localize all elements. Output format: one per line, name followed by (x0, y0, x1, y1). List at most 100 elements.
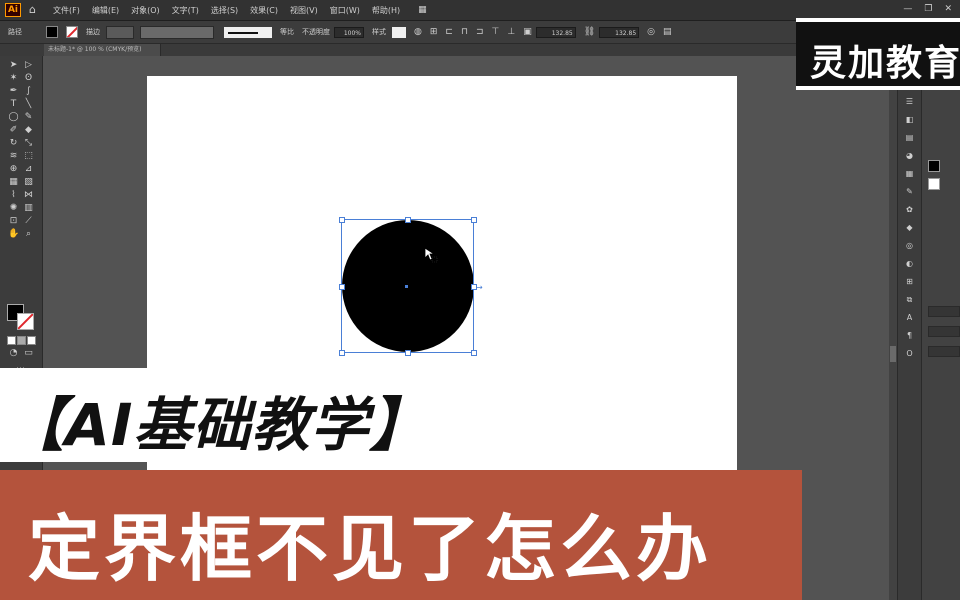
brush-definition-dropdown[interactable] (224, 26, 272, 38)
opentype-panel-icon[interactable]: O (904, 348, 915, 359)
black-circle[interactable] (342, 220, 474, 352)
hand-tool-icon[interactable]: ✋ (8, 229, 19, 240)
isolate-icon[interactable]: ▤ (663, 27, 672, 37)
character-panel-icon[interactable]: A (904, 312, 915, 323)
align-middle-icon[interactable]: ⊥ (507, 27, 515, 37)
menu-select[interactable]: 选择(S) (211, 5, 238, 16)
screen-mode-icon[interactable]: ▭ (23, 348, 34, 359)
menu-type[interactable]: 文字(T) (172, 5, 199, 16)
stroke-swatch[interactable] (66, 26, 78, 38)
slice-tool-icon[interactable]: ⟋ (23, 216, 34, 227)
artboard-tool-icon[interactable]: ⊡ (8, 216, 19, 227)
brushes-panel-icon[interactable]: ✎ (904, 186, 915, 197)
panel-fill-swatch[interactable] (928, 160, 940, 172)
align-icon[interactable]: ⊞ (430, 27, 438, 37)
symbol-sprayer-tool-icon[interactable]: ✺ (8, 203, 19, 214)
menu-object[interactable]: 对象(O) (131, 5, 160, 16)
menu-effect[interactable]: 效果(C) (250, 5, 278, 16)
menu-edit[interactable]: 编辑(E) (92, 5, 119, 16)
handle-bottom-left[interactable] (339, 350, 345, 356)
zoom-tool-icon[interactable]: ⌕ (23, 229, 34, 240)
graphic-style-swatch[interactable] (392, 26, 406, 38)
recolor-icon[interactable]: ◍ (414, 27, 422, 37)
mesh-tool-icon[interactable]: ▦ (8, 177, 19, 188)
width-field[interactable]: 132.85 (535, 26, 576, 38)
paragraph-panel-icon[interactable]: ¶ (904, 330, 915, 341)
handle-top-right[interactable] (471, 217, 477, 223)
paintbrush-tool-icon[interactable]: ✎ (23, 112, 34, 123)
scale-tool-icon[interactable]: ⤡ (23, 138, 34, 149)
perspective-grid-tool-icon[interactable]: ⊿ (23, 164, 34, 175)
layers-panel-icon[interactable]: ◧ (904, 114, 915, 125)
handle-bottom[interactable] (405, 350, 411, 356)
type-tool-icon[interactable]: T (8, 99, 19, 110)
ellipse-tool-icon[interactable]: ◯ (8, 112, 19, 123)
menu-help[interactable]: 帮助(H) (372, 5, 400, 16)
minimize-button[interactable]: — (903, 4, 912, 14)
handle-bottom-right[interactable] (471, 350, 477, 356)
libraries-panel-icon[interactable]: ▤ (904, 132, 915, 143)
selection-tool-icon[interactable]: ➤ (8, 60, 19, 71)
properties-panel-icon[interactable]: ☰ (904, 96, 915, 107)
width-tool-icon[interactable]: ≋ (8, 151, 19, 162)
live-shape-widget-icon[interactable]: → (476, 284, 486, 292)
shape-builder-tool-icon[interactable]: ⊕ (8, 164, 19, 175)
panel-field-3[interactable] (928, 346, 960, 357)
color-panel-icon[interactable]: ◕ (904, 150, 915, 161)
stroke-color-icon[interactable] (17, 313, 34, 330)
none-mode-icon[interactable] (27, 336, 36, 345)
magic-wand-tool-icon[interactable]: ✶ (8, 73, 19, 84)
color-mode-icon[interactable] (7, 336, 16, 345)
vertical-scrollbar[interactable] (889, 56, 897, 600)
direct-selection-tool-icon[interactable]: ▷ (23, 60, 34, 71)
blend-tool-icon[interactable]: ⋈ (23, 190, 34, 201)
scroll-thumb[interactable] (890, 346, 896, 362)
draw-mode-icon[interactable]: ◔ (8, 348, 19, 359)
shape-properties-icon[interactable]: ◎ (647, 27, 655, 37)
panel-field-2[interactable] (928, 326, 960, 337)
rotate-tool-icon[interactable]: ↻ (8, 138, 19, 149)
appearance-panel-icon[interactable]: ◎ (904, 240, 915, 251)
opacity-field[interactable]: 100% (334, 26, 364, 38)
maximize-button[interactable]: ❐ (924, 4, 932, 14)
align-center-icon[interactable]: ⊓ (461, 27, 468, 37)
graphic-styles-panel-icon[interactable]: ◆ (904, 222, 915, 233)
gradient-tool-icon[interactable]: ▧ (23, 177, 34, 188)
lasso-tool-icon[interactable]: ʘ (23, 73, 34, 84)
document-tab[interactable]: 未标题-1* @ 100 % (CMYK/预览) (44, 44, 161, 56)
pathfinder-panel-icon[interactable]: ⧉ (904, 294, 915, 305)
symbols-panel-icon[interactable]: ✿ (904, 204, 915, 215)
stroke-weight-field[interactable] (106, 25, 134, 39)
eyedropper-tool-icon[interactable]: ⌇ (8, 190, 19, 201)
align-left-icon[interactable]: ⊏ (445, 27, 453, 37)
panel-stroke-swatch[interactable] (928, 178, 940, 190)
menu-file[interactable]: 文件(F) (53, 5, 80, 16)
transparency-panel-icon[interactable]: ◐ (904, 258, 915, 269)
swatches-panel-icon[interactable]: ▦ (904, 168, 915, 179)
graph-tool-icon[interactable]: ▥ (23, 203, 34, 214)
handle-left[interactable] (339, 284, 345, 290)
menu-window[interactable]: 窗口(W) (330, 5, 360, 16)
link-proportions-icon[interactable]: ⛓ (584, 27, 595, 37)
close-button[interactable]: ✕ (944, 4, 952, 14)
align-top-icon[interactable]: ⊤ (492, 27, 500, 37)
align-right-icon[interactable]: ⊐ (476, 27, 484, 37)
handle-top[interactable] (405, 217, 411, 223)
handle-top-left[interactable] (339, 217, 345, 223)
free-transform-tool-icon[interactable]: ⬚ (23, 151, 34, 162)
panel-field-1[interactable] (928, 306, 960, 317)
transform-icon[interactable]: ▣ (523, 27, 532, 37)
gradient-mode-icon[interactable] (17, 336, 26, 345)
workspace-grid-icon[interactable]: ▦ (418, 5, 427, 15)
height-field[interactable]: 132.85 (599, 26, 640, 38)
fill-swatch[interactable] (46, 26, 58, 38)
variable-width-dropdown[interactable] (140, 25, 214, 39)
line-tool-icon[interactable]: ╲ (23, 99, 34, 110)
align-panel-icon[interactable]: ⊞ (904, 276, 915, 287)
menu-view[interactable]: 视图(V) (290, 5, 318, 16)
pen-tool-icon[interactable]: ✒ (8, 86, 19, 97)
shaper-tool-icon[interactable]: ✐ (8, 125, 19, 136)
curvature-tool-icon[interactable]: ∫ (23, 86, 34, 97)
eraser-tool-icon[interactable]: ◆ (23, 125, 34, 136)
home-icon[interactable]: ⌂ (29, 4, 41, 16)
